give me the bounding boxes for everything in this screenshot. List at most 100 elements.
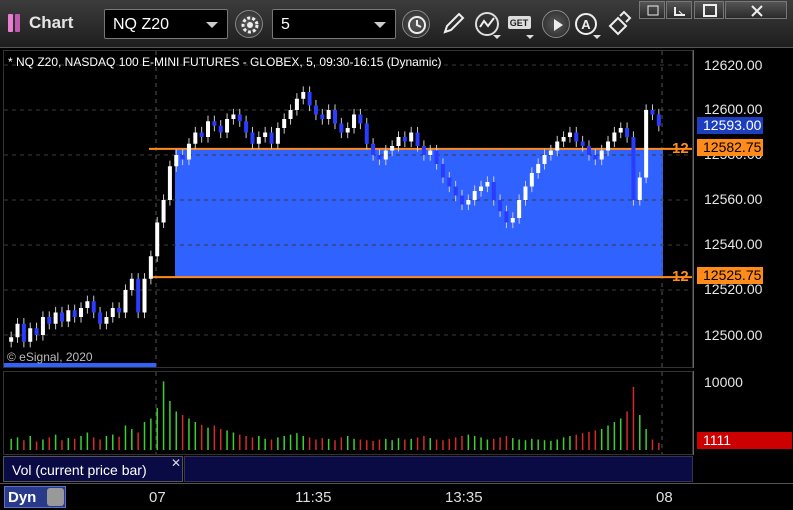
- candle-body: [434, 150, 439, 164]
- volume-bar: [131, 429, 133, 450]
- volume-bar: [181, 415, 184, 450]
- volume-bar: [73, 438, 76, 450]
- candle-body: [66, 310, 71, 322]
- candle-body: [199, 132, 204, 137]
- close-button[interactable]: [725, 1, 787, 19]
- lock-icon[interactable]: [47, 488, 64, 506]
- draw-pencil-button[interactable]: [440, 10, 466, 38]
- candle-body: [447, 177, 452, 187]
- volume-bar: [48, 437, 51, 450]
- candle-body: [517, 200, 522, 218]
- volume-bar: [54, 434, 57, 450]
- volume-bar: [410, 438, 412, 450]
- upper-level-label: 12: [672, 140, 689, 157]
- volume-bar: [569, 436, 571, 450]
- candle-body: [326, 110, 331, 119]
- candle-body: [428, 150, 433, 155]
- candle-body: [294, 98, 299, 110]
- volume-bar: [448, 438, 451, 450]
- volume-bar: [277, 437, 279, 450]
- candle-body: [47, 317, 52, 324]
- studies-button[interactable]: [474, 10, 501, 39]
- chart-app-icon: [8, 14, 24, 32]
- volume-axis[interactable]: 10000 1111: [693, 371, 793, 455]
- candle-body: [110, 308, 115, 317]
- volume-study-label[interactable]: Vol (current price bar): [3, 456, 183, 482]
- volume-pane[interactable]: [3, 371, 693, 455]
- dynamic-mode-button[interactable]: Dyn: [4, 486, 66, 508]
- time-axis[interactable]: Dyn 07 11:35 13:35 08: [0, 483, 793, 510]
- chevron-down-icon[interactable]: [206, 22, 218, 28]
- volume-bar: [518, 439, 520, 450]
- volume-bar: [346, 436, 349, 450]
- price-axis-label: 12560.00: [704, 191, 763, 207]
- time-label: 07: [149, 489, 166, 506]
- candle-body: [656, 114, 661, 126]
- interval-combobox[interactable]: 5: [272, 9, 396, 39]
- candle-body: [98, 312, 103, 324]
- volume-bar: [296, 433, 298, 450]
- candle-body: [383, 150, 388, 160]
- candle-body: [53, 312, 58, 324]
- price-axis-label: 12500.00: [704, 327, 763, 343]
- close-study-icon[interactable]: ✕: [171, 456, 181, 470]
- candle-body: [352, 114, 357, 128]
- candle-body: [225, 119, 230, 133]
- alerts-button[interactable]: A: [574, 10, 601, 39]
- volume-bar: [353, 438, 355, 450]
- volume-bar: [492, 438, 495, 450]
- volume-bar: [283, 436, 285, 450]
- candle-body: [523, 186, 528, 200]
- volume-bar: [467, 434, 470, 450]
- candle-body: [409, 132, 414, 142]
- volume-bar: [315, 439, 317, 450]
- symbol-value: NQ Z20: [113, 16, 170, 33]
- candle-body: [186, 143, 191, 160]
- chevron-down-icon: [593, 35, 601, 39]
- level-zone: [175, 148, 663, 278]
- candle-body: [180, 155, 185, 160]
- price-chart-pane[interactable]: [3, 50, 693, 368]
- candle-body: [59, 312, 64, 322]
- volume-bars-svg: [10, 372, 663, 454]
- volume-bar: [397, 438, 400, 450]
- minimize-button[interactable]: [666, 1, 692, 19]
- volume-bar: [42, 439, 44, 450]
- candle-body: [104, 317, 109, 324]
- volume-bar: [162, 381, 165, 450]
- candle-body: [586, 146, 591, 155]
- lower-level-label: 12: [672, 268, 689, 285]
- volume-bar: [365, 440, 368, 450]
- get-data-button[interactable]: GET: [507, 10, 534, 39]
- maximize-button[interactable]: [694, 1, 724, 19]
- candle-body: [313, 105, 318, 115]
- candle-body: [21, 323, 26, 342]
- volume-bar: [639, 415, 641, 450]
- volume-bar: [118, 436, 120, 450]
- volume-bar: [575, 434, 578, 450]
- candle-body: [421, 146, 426, 155]
- candle-body: [34, 328, 39, 335]
- float-window-button[interactable]: [639, 1, 665, 19]
- minimize-icon: [674, 7, 685, 16]
- settings-gear-button[interactable]: [235, 10, 263, 38]
- volume-bar: [359, 439, 362, 450]
- volume-bar: [581, 433, 584, 450]
- interval-clock-button[interactable]: [402, 10, 430, 38]
- candle-body: [15, 323, 20, 338]
- candle-body: [129, 278, 134, 290]
- play-button[interactable]: [542, 10, 570, 38]
- chevron-down-icon[interactable]: [374, 22, 386, 28]
- volume-bar: [61, 440, 63, 450]
- price-axis[interactable]: 12620.00 12600.00 12580.00 12560.00 1254…: [693, 50, 793, 368]
- candle-body: [288, 110, 293, 119]
- volume-bar: [594, 430, 597, 450]
- gear-icon: [241, 16, 259, 34]
- symbol-combobox[interactable]: NQ Z20: [104, 9, 228, 39]
- volume-bar: [651, 439, 654, 450]
- candle-body: [79, 308, 84, 317]
- link-tool-button[interactable]: [606, 10, 632, 38]
- volume-bar: [512, 438, 514, 450]
- candle-body: [593, 155, 598, 160]
- upper-level-tag: 12582.75: [697, 139, 763, 156]
